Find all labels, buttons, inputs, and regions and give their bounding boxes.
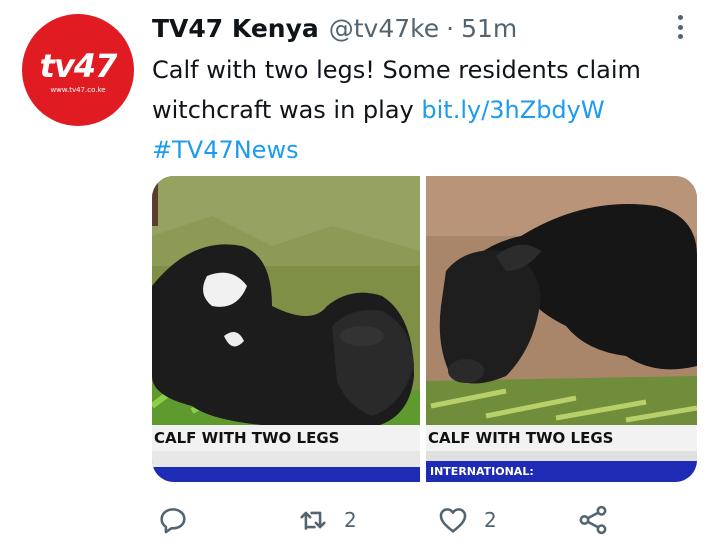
- retweet-button[interactable]: 2: [296, 500, 357, 540]
- retweet-count: 2: [344, 508, 357, 532]
- tweet-actions: 2 2: [152, 500, 622, 540]
- ticker-band: INTERNATIONAL:: [426, 461, 697, 482]
- reply-button[interactable]: [156, 500, 204, 540]
- more-options-icon[interactable]: [672, 12, 688, 42]
- user-handle[interactable]: @tv47ke: [329, 14, 439, 43]
- separator-dot: ·: [446, 13, 455, 43]
- avatar-logo: tv47: [39, 47, 118, 85]
- video-caption: CALF WITH TWO LEGS: [152, 425, 420, 451]
- ticker-band: [152, 467, 420, 482]
- media-image-1[interactable]: CALF WITH TWO LEGS: [152, 176, 420, 482]
- tweet-text: Calf with two legs! Some residents claim…: [152, 50, 697, 170]
- media-grid: CALF WITH TWO LEGS CALF WITH TWO LEGS IN…: [152, 176, 697, 482]
- ticker-bar: [426, 451, 697, 461]
- video-caption: CALF WITH TWO LEGS: [426, 425, 697, 451]
- tweet-header: TV47 Kenya @tv47ke · 51m: [152, 10, 517, 46]
- ticker-bar: [152, 451, 420, 467]
- reply-icon: [160, 508, 186, 534]
- heart-icon: [439, 508, 467, 533]
- share-button[interactable]: [576, 500, 624, 540]
- like-button[interactable]: 2: [436, 500, 497, 540]
- media-image-2[interactable]: CALF WITH TWO LEGS INTERNATIONAL:: [426, 176, 697, 482]
- avatar[interactable]: tv47 www.tv47.co.ke: [22, 14, 134, 126]
- retweet-icon: [300, 511, 326, 530]
- timestamp[interactable]: 51m: [461, 14, 517, 43]
- avatar-url: www.tv47.co.ke: [50, 86, 106, 94]
- share-icon: [579, 505, 607, 535]
- tweet-link[interactable]: bit.ly/3hZbdyW: [421, 96, 604, 124]
- like-count: 2: [484, 508, 497, 532]
- hashtag-link[interactable]: #TV47News: [152, 136, 299, 164]
- display-name[interactable]: TV47 Kenya: [152, 14, 319, 43]
